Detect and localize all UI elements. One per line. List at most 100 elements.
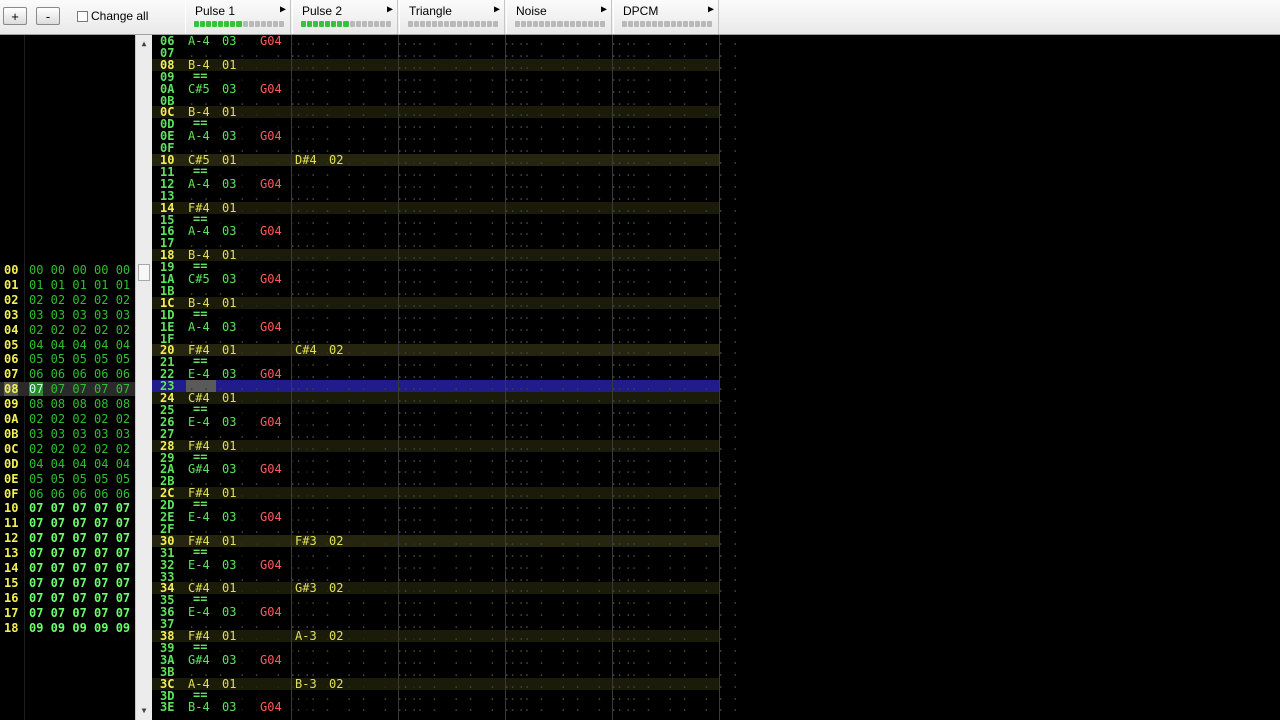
meter-segment — [379, 21, 385, 27]
meter-segment — [331, 21, 337, 27]
frame-pattern-values: 03 03 03 03 03 — [29, 426, 131, 441]
frame-row[interactable]: 15 07 07 07 07 07 — [0, 576, 135, 590]
row-number: 12 — [160, 176, 175, 191]
frame-row[interactable]: 04 02 02 02 02 02 — [0, 323, 135, 337]
meter-segment — [575, 21, 581, 27]
frame-row[interactable]: 06 05 05 05 05 05 — [0, 352, 135, 366]
frame-pattern-values: 09 09 09 09 09 — [29, 620, 131, 635]
pattern-channel-column[interactable] — [292, 35, 399, 720]
frame-pattern-values: 07 07 07 07 07 — [29, 575, 131, 590]
arrow-up-icon[interactable]: ▲ — [136, 37, 152, 51]
change-all-checkbox[interactable]: Change all — [77, 9, 148, 23]
frame-pattern-values: 07 07 07 07 07 — [29, 605, 131, 620]
frame-cursor-cell[interactable]: 07 — [29, 382, 44, 397]
frame-row[interactable]: 02 02 02 02 02 02 — [0, 293, 135, 307]
channel-header-triangle[interactable]: Triangle ▶ — [399, 0, 505, 34]
frame-number: 08 — [4, 382, 19, 397]
meter-segment — [694, 21, 700, 27]
arrow-down-icon[interactable]: ▼ — [136, 704, 152, 718]
frame-number: 17 — [4, 605, 19, 620]
meter-segment — [200, 21, 206, 27]
remove-frame-button[interactable]: - — [36, 7, 60, 25]
frame-row[interactable]: 03 03 03 03 03 03 — [0, 308, 135, 322]
channel-name: Pulse 1 — [195, 4, 236, 18]
triangle-right-icon[interactable]: ▶ — [708, 4, 714, 15]
frame-row[interactable]: 05 04 04 04 04 04 — [0, 338, 135, 352]
meter-segment — [373, 21, 379, 27]
frame-pattern-values: 06 06 06 06 06 — [29, 486, 131, 501]
triangle-right-icon[interactable]: ▶ — [387, 4, 393, 15]
frame-row[interactable]: 01 01 01 01 01 01 — [0, 278, 135, 292]
meter-segment — [361, 21, 367, 27]
frame-number: 0B — [4, 426, 19, 441]
pattern-channel-column[interactable] — [506, 35, 613, 720]
frame-number: 18 — [4, 620, 19, 635]
frame-row[interactable]: 09 08 08 08 08 08 — [0, 397, 135, 411]
frame-row[interactable]: 13 07 07 07 07 07 — [0, 546, 135, 560]
frame-row[interactable]: 11 07 07 07 07 07 — [0, 516, 135, 530]
row-number: 0A — [160, 81, 175, 96]
frame-number: 13 — [4, 546, 19, 561]
frame-row[interactable]: 08 07 07 07 07 07 — [0, 382, 135, 397]
frame-number: 00 — [4, 263, 19, 277]
frame-row[interactable]: 10 07 07 07 07 07 — [0, 501, 135, 515]
pattern-channel-column[interactable] — [613, 35, 720, 720]
add-frame-button[interactable]: + — [3, 7, 27, 25]
pattern-editor[interactable]: 06. . . . . . . . A-4 03 G04. . . . . . . … — [152, 35, 1280, 720]
meter-segment — [533, 21, 539, 27]
frame-row[interactable]: 0A 02 02 02 02 02 — [0, 412, 135, 426]
frame-number: 12 — [4, 531, 19, 546]
frame-number: 09 — [4, 397, 19, 412]
frame-row[interactable]: 12 07 07 07 07 07 — [0, 531, 135, 545]
frame-row[interactable]: 17 07 07 07 07 07 — [0, 606, 135, 620]
channel-header-pulse-2[interactable]: Pulse 2 ▶ — [292, 0, 398, 34]
frame-row[interactable]: 16 07 07 07 07 07 — [0, 591, 135, 605]
frame-row[interactable]: 18 09 09 09 09 09 — [0, 621, 135, 635]
meter-segment — [355, 21, 361, 27]
meter-segment — [242, 21, 248, 27]
channel-header-pulse-1[interactable]: Pulse 1 ▶ — [185, 0, 291, 34]
triangle-right-icon[interactable]: ▶ — [601, 4, 607, 15]
channel-header-noise[interactable]: Noise ▶ — [506, 0, 612, 34]
meter-segment — [706, 21, 712, 27]
frame-pattern-values: 07 07 07 07 07 — [29, 516, 131, 531]
row-number: 1C — [160, 295, 175, 310]
row-number: 1D — [160, 307, 175, 322]
meter-segment — [539, 21, 545, 27]
meter-segment — [420, 21, 426, 27]
meter-segment — [676, 21, 682, 27]
frame-row[interactable]: 14 07 07 07 07 07 — [0, 561, 135, 575]
frame-list-scrollbar[interactable]: ▲ ▼ — [135, 35, 152, 720]
frame-number: 0D — [4, 456, 19, 471]
meter-segment — [266, 21, 272, 27]
meter-segment — [444, 21, 450, 27]
frame-row[interactable]: 07 06 06 06 06 06 — [0, 367, 135, 381]
channel-name: DPCM — [623, 4, 659, 18]
frame-row[interactable]: 0E 05 05 05 05 05 — [0, 472, 135, 486]
meter-segment — [593, 21, 599, 27]
triangle-right-icon[interactable]: ▶ — [280, 4, 286, 15]
frame-list[interactable]: 00 00 00 00 00 00 01 01 01 01 01 01 02 02 02 … — [0, 35, 135, 720]
meter-segment — [438, 21, 444, 27]
row-number: 27 — [160, 426, 175, 441]
frame-row[interactable]: 0F 06 06 06 06 06 — [0, 487, 135, 501]
pattern-channel-column[interactable] — [185, 35, 292, 720]
meter-segment — [682, 21, 688, 27]
meter-segment — [450, 21, 456, 27]
channel-header-dpcm[interactable]: DPCM ▶ — [613, 0, 719, 34]
checkbox-box[interactable] — [77, 11, 88, 22]
frame-number: 14 — [4, 561, 19, 575]
frame-row[interactable]: 00 00 00 00 00 00 — [0, 263, 135, 277]
frame-number: 15 — [4, 575, 19, 590]
triangle-right-icon[interactable]: ▶ — [494, 4, 500, 15]
row-number: 31 — [160, 545, 175, 560]
meter-segment — [313, 21, 319, 27]
meter-segment — [521, 21, 527, 27]
frame-row[interactable]: 0B 03 03 03 03 03 — [0, 427, 135, 441]
frame-row[interactable]: 0C 02 02 02 02 02 — [0, 442, 135, 456]
volume-meter — [622, 21, 712, 27]
pattern-channel-column[interactable] — [399, 35, 506, 720]
volume-meter — [194, 21, 284, 27]
scrollbar-thumb[interactable] — [138, 264, 150, 281]
frame-row[interactable]: 0D 04 04 04 04 04 — [0, 457, 135, 471]
